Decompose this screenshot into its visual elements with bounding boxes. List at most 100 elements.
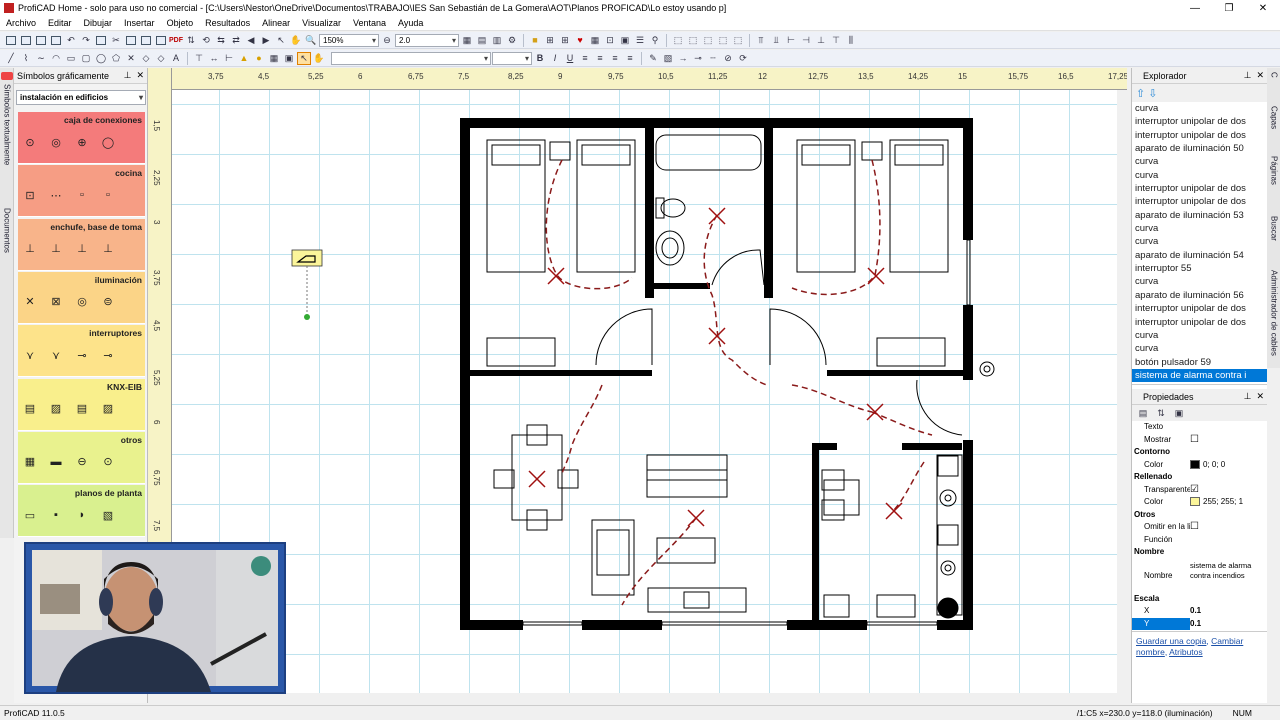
explorer-item[interactable]: curva [1132,102,1267,115]
symbol-category[interactable]: planos de planta ▭ ▪ ◗ ▧ [18,485,145,538]
symbol-icon[interactable]: ⊡ [22,187,38,203]
property-row[interactable]: Color 255; 255; 1 [1132,496,1267,509]
symbol-icon[interactable]: ⊖ [74,454,90,470]
tab-capas[interactable]: Capas [1268,106,1280,151]
property-row[interactable]: Transparente ☑ [1132,484,1267,497]
property-section[interactable]: Otros [1132,509,1267,522]
arrow-right-icon[interactable]: ▶ [259,34,273,47]
menu-editar[interactable]: Editar [42,18,78,28]
explorer-item[interactable]: aparato de iluminación 56 [1132,289,1267,302]
checkbox[interactable]: ☑ [1190,484,1199,495]
property-section[interactable]: Nombre [1132,546,1267,559]
mirror-icon[interactable]: ⇄ [229,34,243,47]
align-top-icon[interactable]: ⫪ [754,34,768,47]
attributes-link[interactable]: Atributos [1169,647,1203,657]
property-value[interactable]: ☐ [1190,434,1267,447]
explorer-item[interactable]: botón pulsador 59 [1132,356,1267,369]
text-icon[interactable]: A [169,52,183,65]
align-icon[interactable]: ⇅ [184,34,198,47]
align-middle-icon[interactable]: ⊤ [829,34,843,47]
checkbox[interactable]: ☐ [1190,434,1199,445]
align-text-center-icon[interactable]: ≡ [593,52,607,65]
flip-icon[interactable]: ⇆ [214,34,228,47]
property-value[interactable]: 0.1 [1190,618,1267,631]
layout-icon[interactable]: ▤ [475,34,489,47]
print-icon[interactable] [154,34,168,47]
line-icon[interactable]: ╱ [4,52,18,65]
warning-icon[interactable]: ▲ [237,52,251,65]
symbol-icon[interactable]: ◗ [74,507,90,523]
list-icon[interactable]: ☰ [633,34,647,47]
frame5-icon[interactable]: ⬚ [731,34,745,47]
line-width-select[interactable]: 2.0 [395,33,459,47]
symbol-icon[interactable]: ▧ [100,507,116,523]
pdf-icon[interactable]: PDF [169,34,183,47]
symbol-icon[interactable]: ▭ [22,507,38,523]
arrow-up-icon[interactable]: ⇧ [1136,87,1145,100]
property-value[interactable]: 255; 255; 1 [1190,496,1267,509]
symbol-icon[interactable]: ▨ [100,401,116,417]
new-icon[interactable] [4,34,18,47]
horizontal-scrollbar[interactable] [172,693,1127,705]
pointer-icon[interactable]: ↖ [297,51,311,65]
folder-icon[interactable]: ■ [528,34,542,47]
property-value[interactable] [1190,421,1267,434]
property-value[interactable]: 0; 0; 0 [1190,459,1267,472]
tab-c[interactable]: C [1268,72,1280,102]
explorer-item[interactable]: interruptor 55 [1132,262,1267,275]
explorer-item[interactable]: curva [1132,169,1267,182]
checkbox[interactable]: ☐ [1190,521,1199,532]
explorer-item[interactable]: interruptor unipolar de dos [1132,115,1267,128]
symbol-icon[interactable]: ▬ [48,454,64,470]
undo-icon[interactable]: ↶ [64,34,78,47]
frame-icon[interactable]: ⬚ [671,34,685,47]
symbol-category[interactable]: cocina ⊡ ⋯ ▫ ▫ [18,165,145,218]
property-value[interactable]: sistema de alarma contra incendios [1190,559,1267,593]
fill-icon[interactable]: ▧ [661,52,675,65]
rotate-icon[interactable]: ⟲ [199,34,213,47]
wire2-icon[interactable]: ◇ [154,52,168,65]
symbol-icon[interactable]: ⊙ [22,134,38,150]
frame4-icon[interactable]: ⬚ [716,34,730,47]
pan-icon[interactable]: ✋ [312,52,326,65]
components2-icon[interactable]: ⊞ [558,34,572,47]
tab-simbolos-textualmente[interactable]: Símbolos textualmente [1,84,13,204]
symbol-icon[interactable]: ▤ [22,401,38,417]
selected-symbol[interactable] [291,249,323,320]
rectangle-icon[interactable]: ▭ [64,52,78,65]
property-pages-icon[interactable]: ▣ [1172,407,1186,420]
print-preview-icon[interactable] [94,34,108,47]
menu-visualizar[interactable]: Visualizar [296,18,347,28]
tab-administrador-cables[interactable]: Administrador de cables [1268,270,1280,368]
explorer-item[interactable]: interruptor unipolar de dos [1132,302,1267,315]
tab-buscar[interactable]: Buscar [1268,216,1280,266]
symbol-icon[interactable]: ⊥ [74,241,90,257]
close-panel-icon[interactable]: ✕ [136,70,144,81]
dash-icon[interactable]: ┄ [706,52,720,65]
tab-documentos[interactable]: Documentos [1,208,13,273]
symbol-icon[interactable]: ⊥ [48,241,64,257]
explorer-item[interactable]: interruptor unipolar de dos [1132,316,1267,329]
pin-icon[interactable]: ⊥ [1244,391,1252,402]
menu-insertar[interactable]: Insertar [118,18,161,28]
explorer-item[interactable]: aparato de iluminación 53 [1132,209,1267,222]
explorer-item[interactable]: aparato de iluminación 50 [1132,142,1267,155]
symbol-icon[interactable]: ▫ [100,187,116,203]
close-panel-icon[interactable]: ✕ [1256,70,1264,81]
align-left-icon[interactable]: ⊢ [784,34,798,47]
explorer-item[interactable]: curva [1132,155,1267,168]
symbol-icon[interactable]: ⋎ [48,347,64,363]
italic-icon[interactable]: I [548,52,562,65]
library-select[interactable]: instalación en edificios [16,90,146,105]
no-fill-icon[interactable]: ⊘ [721,52,735,65]
align-center-icon[interactable]: ⊥ [814,34,828,47]
property-value[interactable]: ☑ [1190,484,1267,497]
table2-icon[interactable]: ▦ [267,52,281,65]
align-text-left-icon[interactable]: ≡ [578,52,592,65]
arrow-down-icon[interactable]: ⇩ [1148,87,1157,100]
maximize-button[interactable]: ❐ [1212,3,1246,14]
menu-objeto[interactable]: Objeto [161,18,200,28]
arrow-left-icon[interactable]: ◀ [244,34,258,47]
symbol-icon[interactable]: ⊥ [22,241,38,257]
symbol-icon[interactable]: ▪ [48,507,64,523]
